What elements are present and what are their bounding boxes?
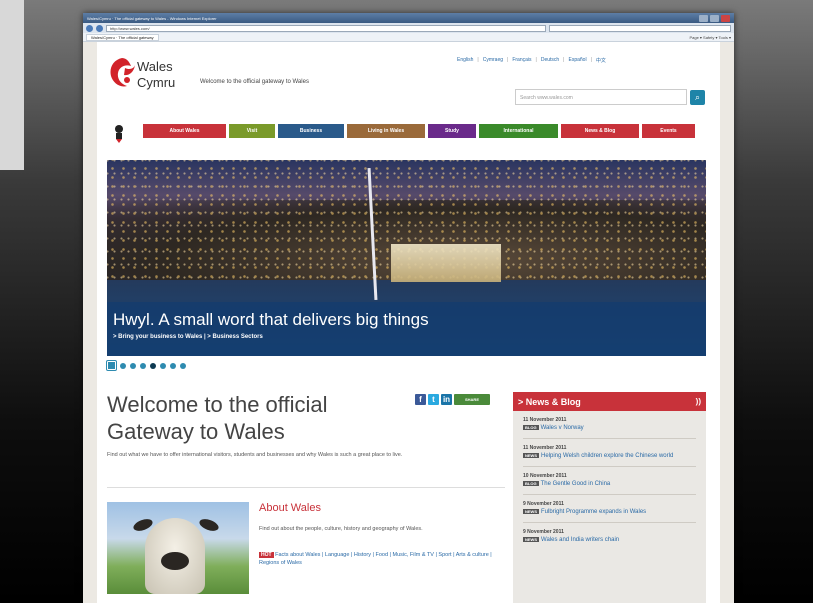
minimize-button[interactable] bbox=[699, 14, 708, 22]
close-button[interactable] bbox=[721, 14, 730, 22]
news-blog-panel: > News & Blog )) 11 November 2011 BLOG Wal… bbox=[513, 392, 706, 603]
rss-icon[interactable]: )) bbox=[696, 397, 701, 406]
window-title: Wales/Cymru · The official gateway to Wa… bbox=[87, 15, 217, 21]
news-link[interactable]: NEWS Fulbright Programme expands in Wales bbox=[523, 508, 696, 516]
hero-building bbox=[391, 244, 501, 282]
search-icon[interactable]: ⌕ bbox=[690, 90, 705, 105]
page-viewport: Wales Cymru Welcome to the official gate… bbox=[83, 42, 734, 603]
page-content: Wales Cymru Welcome to the official gate… bbox=[97, 42, 720, 603]
news-link[interactable]: NEWS Wales and India writers chain bbox=[523, 536, 696, 544]
language-link[interactable]: Cymraeg bbox=[483, 57, 503, 64]
news-link[interactable]: NEWS Helping Welsh children explore the C… bbox=[523, 452, 696, 460]
site-tagline: Welcome to the official gateway to Wales bbox=[200, 79, 309, 85]
carousel-dot[interactable] bbox=[180, 362, 186, 369]
news-item[interactable]: 9 November 2011 NEWS Wales and India write… bbox=[513, 523, 706, 546]
facebook-icon[interactable]: f bbox=[415, 394, 426, 405]
maximize-button[interactable] bbox=[710, 14, 719, 22]
hot-badge: HOT bbox=[259, 552, 274, 558]
page-title: Welcome to the official bbox=[107, 392, 328, 417]
linkedin-icon[interactable]: in bbox=[441, 394, 452, 405]
news-item[interactable]: 11 November 2011 BLOG Wales v Norway bbox=[513, 411, 706, 434]
background-corner bbox=[0, 0, 24, 170]
hero-carousel[interactable]: Hwyl. A small word that delivers big thi… bbox=[107, 160, 706, 356]
nav-item-study[interactable]: Study bbox=[428, 124, 476, 138]
news-date: 10 November 2011 bbox=[523, 473, 567, 479]
hero-caption: Hwyl. A small word that delivers big thi… bbox=[113, 310, 429, 329]
news-tag-badge: BLOG bbox=[523, 425, 539, 430]
address-bar: http://www.wales.com/ bbox=[83, 23, 734, 33]
intro-text: Find out what we have to offer internati… bbox=[107, 452, 403, 458]
divider bbox=[107, 487, 505, 488]
carousel-dot[interactable] bbox=[140, 362, 146, 369]
brand-name: Wales bbox=[137, 59, 173, 74]
title-bar: Wales/Cymru · The official gateway to Wa… bbox=[83, 13, 734, 23]
news-tag-badge: NEWS bbox=[523, 509, 539, 514]
search-input[interactable]: Search www.wales.com bbox=[515, 89, 687, 105]
carousel-dot[interactable] bbox=[130, 362, 136, 369]
carousel-dot[interactable] bbox=[107, 361, 116, 370]
language-link[interactable]: Français bbox=[512, 57, 531, 64]
news-link[interactable]: BLOG Wales v Norway bbox=[523, 424, 696, 432]
sheep-photo[interactable] bbox=[107, 502, 249, 594]
forward-button[interactable] bbox=[96, 24, 103, 32]
browser-tab[interactable]: Wales/Cymru · The official gateway bbox=[86, 33, 159, 41]
carousel-dot[interactable] bbox=[160, 362, 166, 369]
nav-item-business[interactable]: Business bbox=[278, 124, 344, 138]
twitter-icon[interactable]: t bbox=[428, 394, 439, 405]
news-list: 11 November 2011 BLOG Wales v Norway 11 Nov… bbox=[513, 411, 706, 546]
carousel-dot[interactable] bbox=[120, 362, 126, 369]
nav-item-about-wales[interactable]: About Wales bbox=[143, 124, 226, 138]
share-button[interactable]: SHARE bbox=[454, 394, 490, 405]
nav-item-news-blog[interactable]: News & Blog bbox=[561, 124, 639, 138]
command-bar[interactable]: Page ▾ Safety ▾ Tools ▾ bbox=[689, 35, 731, 40]
nav-item-international[interactable]: International bbox=[479, 124, 558, 138]
nav-item-visit[interactable]: Visit bbox=[229, 124, 275, 138]
language-link[interactable]: 中文 bbox=[596, 57, 606, 64]
news-item[interactable]: 9 November 2011 NEWS Fulbright Programme e… bbox=[513, 495, 706, 518]
browser-window: Wales/Cymru · The official gateway to Wa… bbox=[83, 13, 734, 603]
share-buttons: f t in SHARE bbox=[415, 394, 490, 405]
nav-item-living-in-wales[interactable]: Living in Wales bbox=[347, 124, 425, 138]
main-navigation: About Wales Visit Business Living in Wal… bbox=[143, 124, 695, 138]
news-item[interactable]: 10 November 2011 BLOG The Gentle Good in C… bbox=[513, 467, 706, 490]
about-wales-heading[interactable]: About Wales bbox=[259, 502, 321, 514]
brand-name-welsh: Cymru bbox=[137, 75, 176, 90]
back-button[interactable] bbox=[86, 24, 93, 32]
hero-links[interactable]: > Bring your business to Wales | > Busin… bbox=[113, 334, 263, 340]
url-field[interactable]: http://www.wales.com/ bbox=[106, 24, 546, 32]
language-link[interactable]: Deutsch bbox=[541, 57, 559, 64]
news-date: 9 November 2011 bbox=[523, 529, 564, 535]
news-tag-badge: NEWS bbox=[523, 537, 539, 542]
carousel-dot[interactable] bbox=[150, 362, 156, 369]
about-wales-links: HOT Facts about Wales | Language | Histo… bbox=[259, 551, 503, 567]
news-blog-header[interactable]: > News & Blog )) bbox=[513, 392, 706, 411]
about-wales-link-list[interactable]: Facts about Wales | Language | History |… bbox=[259, 552, 492, 566]
news-date: 11 November 2011 bbox=[523, 445, 567, 451]
browser-search-field[interactable] bbox=[549, 24, 731, 32]
language-link[interactable]: Español bbox=[568, 57, 586, 64]
news-tag-badge: NEWS bbox=[523, 453, 539, 458]
about-wales-description: Find out about the people, culture, hist… bbox=[259, 526, 423, 532]
news-link[interactable]: BLOG The Gentle Good in China bbox=[523, 480, 696, 488]
news-item[interactable]: 11 November 2011 NEWS Helping Welsh childr… bbox=[513, 439, 706, 462]
nav-item-events[interactable]: Events bbox=[642, 124, 695, 138]
page-title-line2: Gateway to Wales bbox=[107, 419, 285, 444]
home-icon[interactable] bbox=[114, 124, 124, 144]
news-date: 11 November 2011 bbox=[523, 417, 567, 423]
carousel-pagination bbox=[107, 361, 186, 370]
carousel-dot[interactable] bbox=[170, 362, 176, 369]
tab-bar: Wales/Cymru · The official gateway Page … bbox=[83, 33, 734, 42]
news-tag-badge: BLOG bbox=[523, 481, 539, 486]
language-link[interactable]: English bbox=[457, 57, 473, 64]
language-selector: English | Cymraeg | Français | Deutsch | Esp… bbox=[457, 57, 606, 64]
dragon-logo-icon[interactable] bbox=[107, 56, 137, 90]
window-controls bbox=[699, 14, 730, 22]
news-date: 9 November 2011 bbox=[523, 501, 564, 507]
